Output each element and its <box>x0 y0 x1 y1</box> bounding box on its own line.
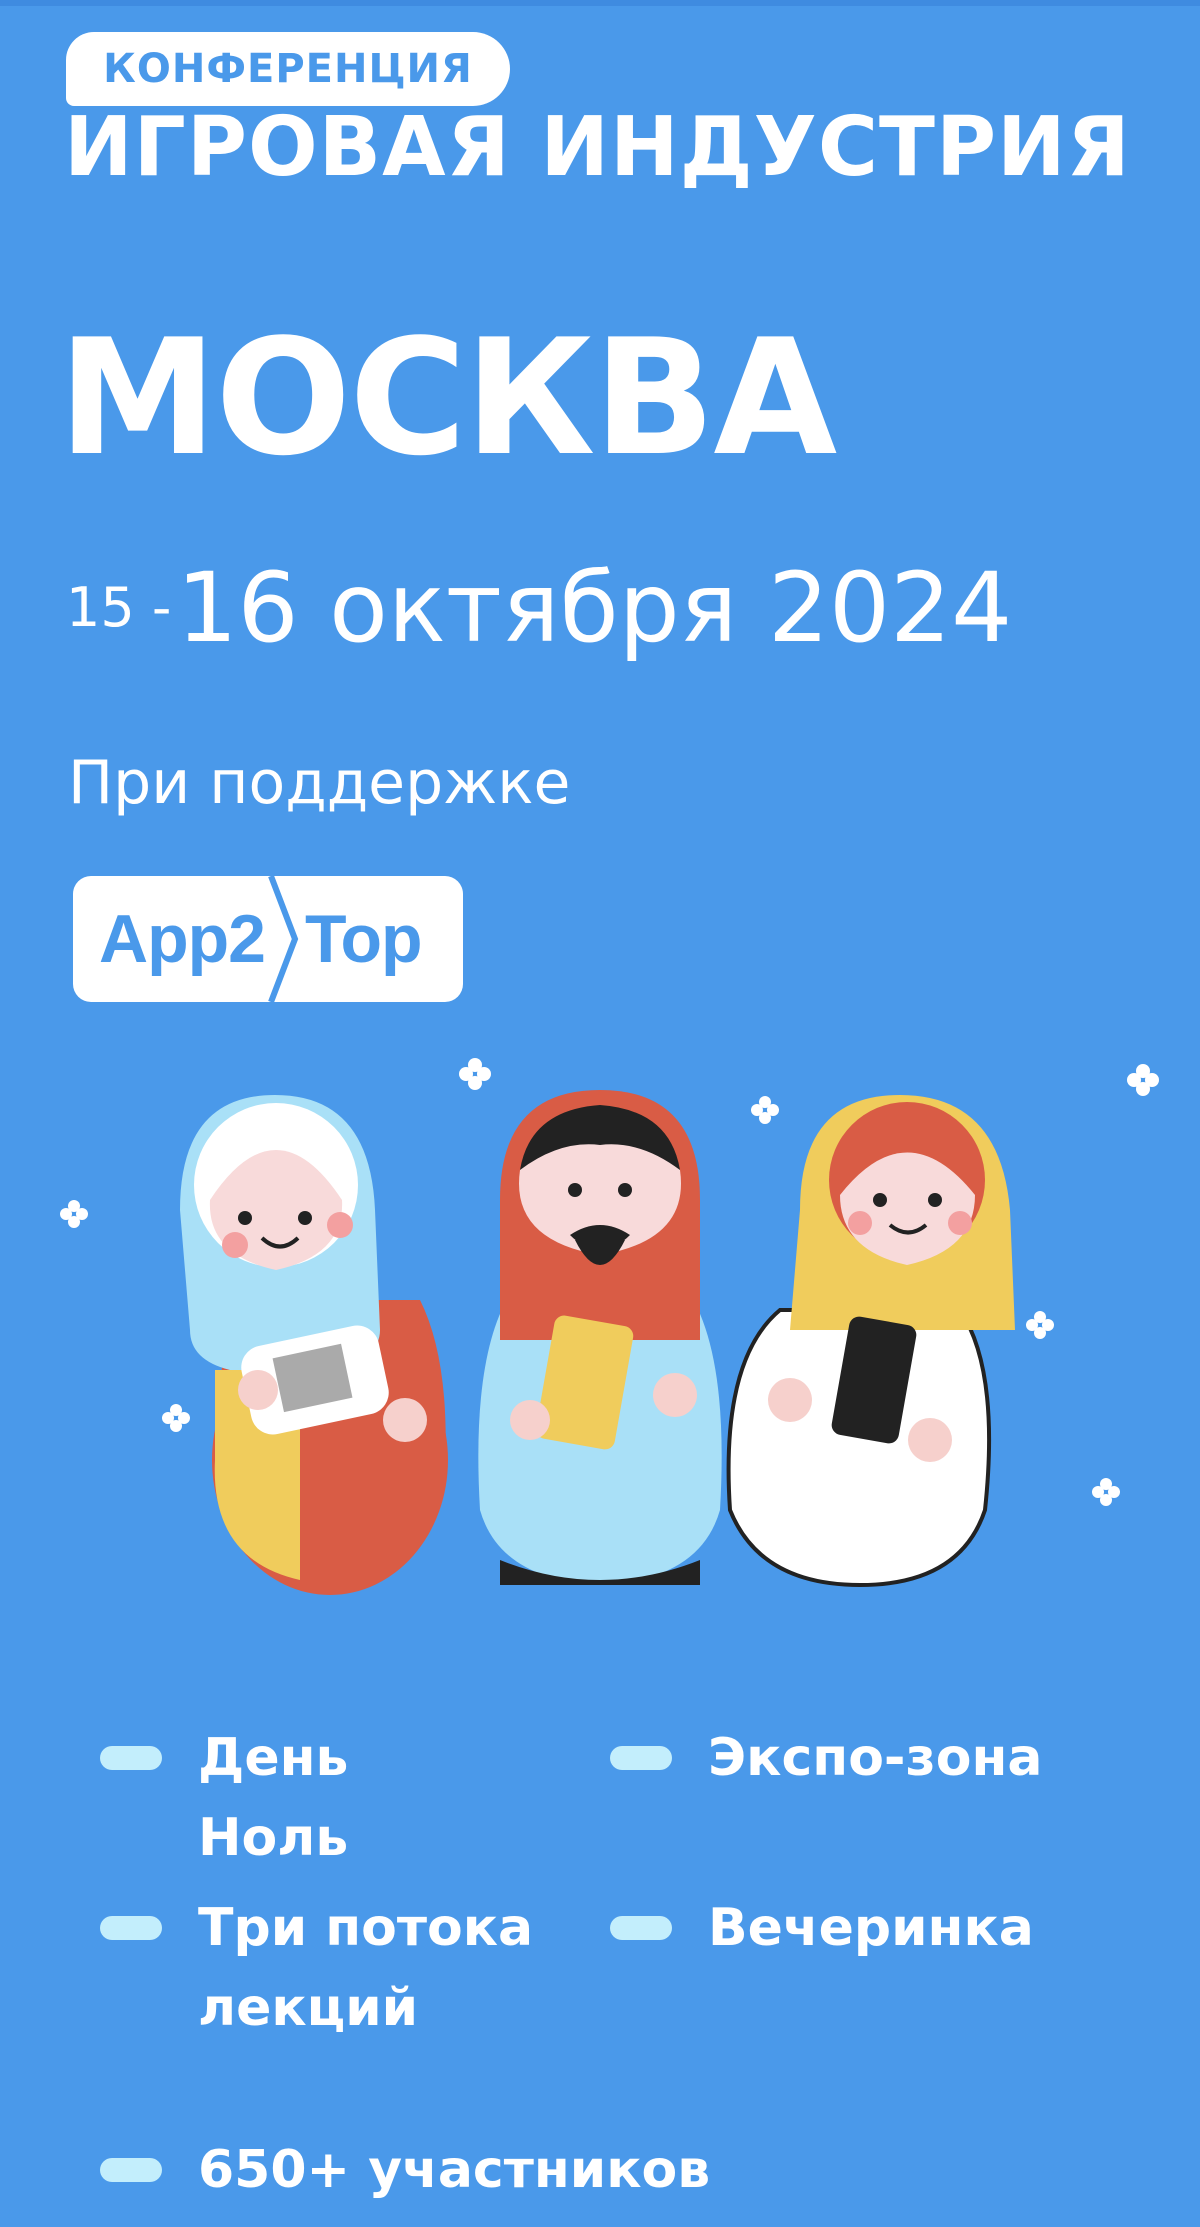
doll-left <box>180 1095 448 1595</box>
conference-title: ИГРОВАЯ ИНДУСТРИЯ <box>64 100 1131 195</box>
bullet-pill <box>610 1746 672 1770</box>
feature-party: Вечеринка <box>610 1898 1034 1968</box>
feature-label: Вечеринка <box>708 1898 1034 1958</box>
top-bar <box>0 0 1200 6</box>
bullet-pill <box>100 1746 162 1770</box>
support-label: При поддержке <box>68 748 571 818</box>
feature-participants: 650+ участников <box>100 2140 710 2210</box>
conference-badge: КОНФЕРЕНЦИЯ <box>66 32 510 106</box>
feature-label: Три потока лекций <box>198 1898 534 2038</box>
chevron-right-icon <box>268 876 299 1002</box>
feature-label: Экспо-зона <box>708 1728 1043 1788</box>
date-start: 15 - <box>66 576 172 639</box>
city-title: МОСКВА <box>58 304 837 491</box>
doll-middle <box>478 1090 722 1585</box>
bullet-pill <box>610 1916 672 1940</box>
feature-label: День Ноль <box>198 1728 349 1868</box>
feature-day-zero: День Ноль <box>100 1728 348 1878</box>
bullet-pill <box>100 1916 162 1940</box>
app2top-logo[interactable]: App2 Top <box>73 876 463 1002</box>
sponsor-logo-left: App2 <box>99 901 266 977</box>
feature-three-streams: Три потока лекций <box>100 1898 533 2048</box>
event-dates: 15 - 16 октября 2024 <box>66 560 1012 656</box>
matryoshka-illustration <box>60 1058 1159 1595</box>
feature-label: 650+ участников <box>198 2140 711 2200</box>
sponsor-logo-right: Top <box>305 901 423 977</box>
date-rest: 16 октября 2024 <box>176 552 1013 664</box>
bullet-pill <box>100 2158 162 2182</box>
doll-right <box>726 1095 1015 1588</box>
feature-expo-zone: Экспо-зона <box>610 1728 1042 1798</box>
